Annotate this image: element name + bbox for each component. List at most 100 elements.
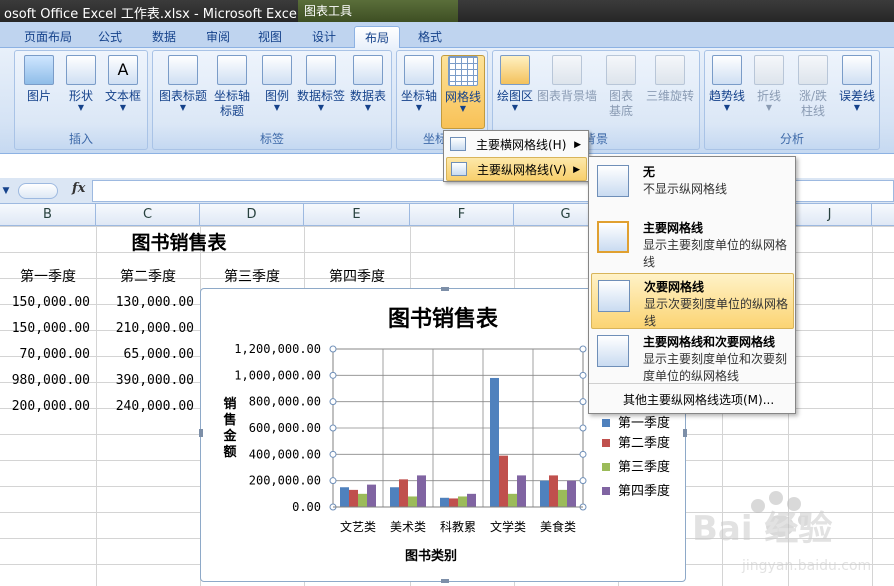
y-tick-label: 0.00 (292, 500, 321, 514)
watermark-url: jingyan.baidu.com (741, 558, 871, 574)
insert-group: 图片 形状 ▼ A 文本框 ▼ 插入 (14, 50, 148, 150)
selection-marker (329, 371, 337, 379)
picture-button[interactable]: 图片 (19, 55, 59, 104)
menu-item-vertical-gridlines[interactable]: 主要纵网格线(V) ▶ (446, 157, 587, 181)
axes-button[interactable]: 坐标轴 ▼ (399, 55, 439, 112)
option-major-and-minor-gridlines[interactable]: 主要网格线和次要网格线 显示主要刻度单位和次要刻度单位的纵网格线 (591, 329, 794, 383)
cell-b[interactable]: 980,000.00 (0, 368, 90, 394)
chevron-down-icon: ▼ (415, 103, 423, 112)
chart-wall-button[interactable]: 图表背景墙 (537, 55, 597, 104)
selection-marker (329, 477, 337, 485)
cell-c[interactable]: 210,000.00 (104, 316, 194, 342)
tab-design[interactable]: 设计 (302, 26, 346, 48)
chart-title-icon (168, 55, 198, 85)
no-gridlines-icon (597, 165, 629, 197)
menu-separator (589, 383, 795, 384)
menu-item-horizontal-gridlines[interactable]: 主要横网格线(H) ▶ (446, 133, 587, 157)
chart-x-axis-title[interactable]: 图书类别 (201, 545, 661, 564)
trendline-icon (712, 55, 742, 85)
sheet-title-cell[interactable]: 图书销售表 (96, 230, 262, 256)
plot-area-icon (500, 55, 530, 85)
selection-marker (579, 424, 587, 432)
selection-marker (329, 424, 337, 432)
plot-area-button[interactable]: 绘图区 ▼ (495, 55, 535, 112)
up-down-bars-button[interactable]: 涨/跌柱线 (791, 55, 835, 119)
column-header-d[interactable]: D (200, 204, 304, 226)
option-none[interactable]: 无 不显示纵网格线 (591, 159, 794, 205)
chart-title-button[interactable]: 图表标题 ▼ (159, 55, 207, 112)
selection-marker (579, 477, 587, 485)
axis-title-button[interactable]: 坐标轴标题 (209, 55, 255, 119)
column-header-c[interactable]: C (96, 204, 200, 226)
name-box-dropdown[interactable]: ▼ (0, 181, 12, 201)
tab-page-layout[interactable]: 页面布局 (18, 26, 78, 48)
data-table-icon (353, 55, 383, 85)
option-minor-gridlines[interactable]: 次要网格线 显示次要刻度单位的纵网格线 (591, 273, 794, 329)
tab-format[interactable]: 格式 (408, 26, 452, 48)
chevron-down-icon: ▼ (765, 103, 773, 112)
option-major-gridlines[interactable]: 主要网格线 显示主要刻度单位的纵网格线 (591, 215, 794, 271)
legend-button[interactable]: 图例 ▼ (257, 55, 297, 112)
shapes-button[interactable]: 形状 ▼ (61, 55, 101, 112)
x-tick-label: 美术类 (390, 520, 426, 534)
lines-button[interactable]: 折线 ▼ (749, 55, 789, 112)
chart-floor-button[interactable]: 图表基底 (601, 55, 641, 119)
bar-4 (567, 480, 576, 507)
cell-b[interactable]: 150,000.00 (0, 290, 90, 316)
column-header-j[interactable]: J (788, 204, 872, 226)
cell-c[interactable]: 65,000.00 (104, 342, 194, 368)
tab-formulas[interactable]: 公式 (88, 26, 132, 48)
selection-marker (329, 398, 337, 406)
textbox-button[interactable]: A 文本框 ▼ (103, 55, 143, 112)
selection-marker (579, 398, 587, 406)
gridlines-button[interactable]: 网格线 ▼ (441, 55, 485, 129)
chart-y-axis-title[interactable]: 销售金额 (221, 397, 239, 461)
labels-group: 图表标题 ▼ 坐标轴标题 图例 ▼ 数据标签 ▼ 数据表 ▼ 标签 (152, 50, 392, 150)
chevron-down-icon: ▼ (179, 103, 187, 112)
trendline-button[interactable]: 趋势线 ▼ (707, 55, 747, 112)
3d-rotation-icon (655, 55, 685, 85)
legend-entry: 第三季度 (602, 458, 670, 478)
data-table-button[interactable]: 数据表 ▼ (347, 55, 389, 112)
cell-b[interactable]: 70,000.00 (0, 342, 90, 368)
tab-data[interactable]: 数据 (142, 26, 186, 48)
submenu-arrow-icon: ▶ (574, 140, 581, 150)
tab-view[interactable]: 视图 (248, 26, 292, 48)
x-tick-label: 文学类 (490, 519, 526, 534)
tab-review[interactable]: 审阅 (196, 26, 240, 48)
selection-marker (329, 450, 337, 458)
window-title: osoft Office Excel 工作表.xlsx - Microsoft … (4, 7, 301, 22)
column-header-b[interactable]: B (0, 204, 96, 226)
minor-gridlines-icon (598, 280, 630, 312)
legend-entry: 第一季度 (602, 414, 670, 434)
column-header-f[interactable]: F (410, 204, 514, 226)
data-labels-button[interactable]: 数据标签 ▼ (297, 55, 345, 112)
bar-1 (440, 497, 449, 507)
header-cell-q3[interactable]: 第三季度 (200, 264, 304, 290)
bar-4 (467, 493, 476, 507)
column-header-e[interactable]: E (304, 204, 410, 226)
insert-function-icon[interactable]: fx (72, 181, 85, 196)
bar-1 (390, 487, 399, 507)
chevron-down-icon: ▼ (77, 103, 85, 112)
more-gridline-options[interactable]: 其他主要纵网格线选项(M)... (623, 391, 774, 408)
cell-c[interactable]: 130,000.00 (104, 290, 194, 316)
bar-3 (408, 496, 417, 507)
formula-bar-resize-handle[interactable] (18, 183, 58, 199)
3d-rotation-button[interactable]: 三维旋转 (643, 55, 697, 104)
picture-icon (24, 55, 54, 85)
cell-b[interactable]: 150,000.00 (0, 316, 90, 342)
bar-4 (417, 475, 426, 507)
header-cell-q2[interactable]: 第二季度 (96, 264, 200, 290)
tab-layout[interactable]: 布局 (354, 26, 400, 48)
cell-c[interactable]: 390,000.00 (104, 368, 194, 394)
selection-marker (579, 345, 587, 353)
y-tick-label: 1,200,000.00 (234, 342, 321, 356)
header-cell-q1[interactable]: 第一季度 (0, 264, 96, 290)
cell-b[interactable]: 200,000.00 (0, 394, 90, 420)
cell-c[interactable]: 240,000.00 (104, 394, 194, 420)
legend-icon (262, 55, 292, 85)
header-cell-q4[interactable]: 第四季度 (304, 264, 410, 290)
error-bars-button[interactable]: 误差线 ▼ (837, 55, 877, 112)
legend-entry: 第四季度 (602, 482, 670, 502)
